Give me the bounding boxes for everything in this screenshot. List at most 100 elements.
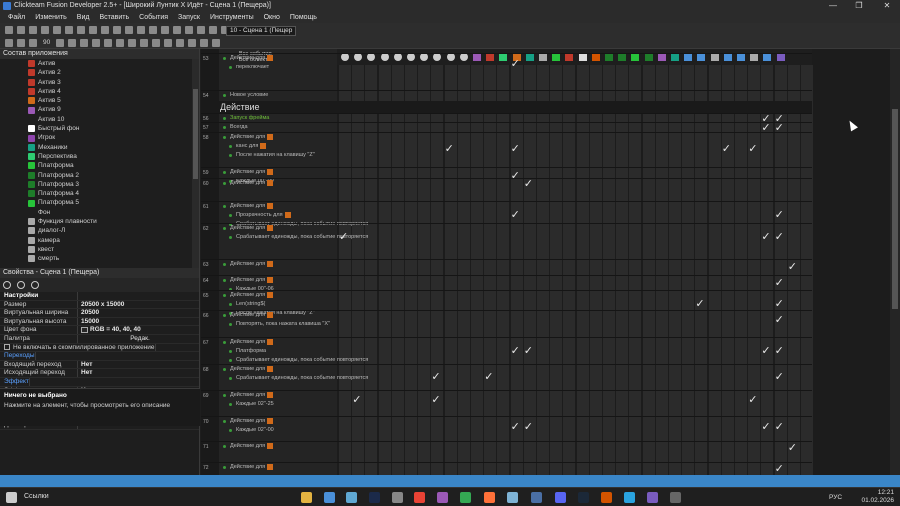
event-group[interactable]: Действие bbox=[201, 101, 812, 113]
tree-item[interactable]: Перспектива bbox=[28, 152, 199, 161]
app-icon[interactable] bbox=[507, 492, 518, 503]
action-check-icon[interactable]: ✓ bbox=[775, 299, 784, 310]
tree-item[interactable]: Актив 4 bbox=[28, 87, 199, 96]
action-check-icon[interactable]: ✓ bbox=[775, 315, 784, 326]
event-condition[interactable]: Действие для bbox=[223, 464, 275, 470]
tool-icon[interactable] bbox=[164, 38, 173, 47]
property-row[interactable]: Исходящий переход Нет bbox=[0, 369, 199, 378]
save-all-icon[interactable] bbox=[41, 25, 49, 34]
property-value[interactable]: Нет bbox=[81, 369, 92, 376]
action-check-icon[interactable]: ✓ bbox=[445, 144, 454, 155]
property-value[interactable]: RGB = 40, 40, 40 bbox=[90, 326, 141, 333]
property-checkbox[interactable] bbox=[4, 343, 10, 350]
frame-editor-icon[interactable] bbox=[173, 25, 181, 34]
event-row[interactable]: 60 Действие для ✓ bbox=[201, 178, 812, 190]
event-condition[interactable]: Действие для bbox=[223, 418, 275, 424]
event-editor-icon[interactable] bbox=[185, 25, 193, 34]
system-clock[interactable]: 12:21 01.02.2026 bbox=[861, 489, 894, 505]
app-icon[interactable] bbox=[392, 492, 403, 503]
action-check-icon[interactable]: ✓ bbox=[775, 346, 784, 357]
tree-scrollbar[interactable] bbox=[192, 59, 199, 268]
menu-help[interactable]: Помощь bbox=[285, 12, 322, 23]
zoom-value[interactable]: 90 bbox=[43, 39, 50, 46]
undo-icon[interactable] bbox=[89, 25, 97, 34]
tree-item[interactable]: смерть bbox=[28, 254, 199, 263]
property-row[interactable]: Цвет фона RGB = 40, 40, 40 bbox=[0, 326, 199, 335]
forward-icon[interactable] bbox=[137, 25, 145, 34]
event-row[interactable]: 54 Новое условие bbox=[201, 90, 812, 101]
event-condition[interactable]: Повторять, пока нажата клавиша "X" bbox=[229, 321, 330, 327]
help-icon[interactable] bbox=[113, 25, 121, 34]
event-row[interactable]: 64 Действие для Каждые 00"-06 ✓ bbox=[201, 275, 812, 292]
action-check-icon[interactable]: ✓ bbox=[775, 372, 784, 383]
steam-icon[interactable] bbox=[578, 492, 589, 503]
action-check-icon[interactable]: ✓ bbox=[788, 262, 797, 273]
tree-item[interactable]: Актив 2 bbox=[28, 68, 199, 77]
tool-icon[interactable] bbox=[200, 38, 209, 47]
clickteam-icon[interactable] bbox=[647, 492, 658, 503]
tool-icon[interactable] bbox=[104, 38, 113, 47]
event-condition[interactable]: Действие для bbox=[223, 55, 275, 61]
event-condition[interactable]: Прозрачность для bbox=[229, 212, 293, 218]
tree-item[interactable]: Актив 3 bbox=[28, 78, 199, 87]
tree-item[interactable]: Актив 10 bbox=[28, 115, 199, 124]
event-condition[interactable]: Действие для bbox=[223, 203, 275, 209]
event-row[interactable]: 57 Всегда ✓ ✓ bbox=[201, 122, 812, 134]
event-row[interactable]: 68 Действие для Срабатывает единожды, пока… bbox=[201, 364, 812, 390]
tool-icon[interactable] bbox=[56, 38, 65, 47]
tool-icon[interactable] bbox=[128, 38, 137, 47]
explorer-icon[interactable] bbox=[301, 492, 312, 503]
property-value[interactable]: Нет bbox=[81, 361, 92, 368]
property-row[interactable]: Размер 20500 x 15000 bbox=[0, 300, 199, 310]
property-row[interactable]: Не включать в скомпилированное приложени… bbox=[0, 343, 199, 353]
event-row[interactable]: 58 Действие для канс для После нажатия на к… bbox=[201, 132, 812, 166]
tree-item[interactable]: Механики bbox=[28, 143, 199, 152]
app-icon[interactable] bbox=[437, 492, 448, 503]
event-row[interactable]: 56 Запуск фрейма ✓ ✓ bbox=[201, 113, 812, 125]
action-check-icon[interactable]: ✓ bbox=[511, 210, 520, 221]
action-check-icon[interactable]: ✓ bbox=[484, 372, 493, 383]
tree-item[interactable]: Платформа 2 bbox=[28, 171, 199, 180]
event-condition[interactable]: Действие для bbox=[223, 277, 275, 283]
action-check-icon[interactable]: ✓ bbox=[775, 278, 784, 289]
event-condition[interactable]: Len(string$( bbox=[229, 301, 265, 307]
telegram-icon[interactable] bbox=[624, 492, 635, 503]
property-row[interactable]: Эффект bbox=[0, 377, 199, 387]
tool-icon[interactable] bbox=[17, 38, 25, 47]
chrome-icon[interactable] bbox=[460, 492, 471, 503]
close-button[interactable]: ✕ bbox=[874, 0, 900, 12]
event-condition[interactable]: Срабатывает единожды, пока событие повто… bbox=[229, 357, 368, 363]
event-condition[interactable]: канс для bbox=[229, 143, 268, 149]
menu-tools[interactable]: Инструменты bbox=[205, 12, 259, 23]
language-indicator[interactable]: РУС bbox=[829, 494, 842, 501]
action-check-icon[interactable]: ✓ bbox=[511, 59, 520, 70]
color-swatch[interactable] bbox=[81, 326, 88, 333]
tree-item[interactable]: Актив 5 bbox=[28, 96, 199, 105]
tool-icon[interactable] bbox=[188, 38, 197, 47]
event-condition[interactable]: Действие для bbox=[223, 225, 275, 231]
menu-events[interactable]: События bbox=[134, 12, 173, 23]
discord-icon[interactable] bbox=[555, 492, 566, 503]
cut-icon[interactable] bbox=[53, 25, 61, 34]
action-check-icon[interactable]: ✓ bbox=[511, 422, 520, 433]
action-check-icon[interactable]: ✓ bbox=[524, 346, 533, 357]
tree-item[interactable]: камера bbox=[28, 236, 199, 245]
tree-item[interactable]: Платформа bbox=[28, 161, 199, 170]
app-icon[interactable] bbox=[670, 492, 681, 503]
run-frame-icon[interactable] bbox=[161, 25, 169, 34]
action-check-icon[interactable]: ✓ bbox=[748, 395, 757, 406]
event-condition[interactable]: Новое условие bbox=[223, 92, 268, 98]
property-value[interactable]: 20500 x 15000 bbox=[81, 301, 124, 308]
storyboard-icon[interactable] bbox=[209, 25, 217, 34]
action-check-icon[interactable]: ✓ bbox=[775, 232, 784, 243]
event-row[interactable]: 67 Действие для Платформа Срабатывает едино… bbox=[201, 337, 812, 365]
menu-view[interactable]: Вид bbox=[72, 12, 95, 23]
windows-start-icon[interactable] bbox=[6, 492, 17, 503]
property-value[interactable]: Редак. bbox=[130, 335, 150, 342]
action-check-icon[interactable]: ✓ bbox=[722, 144, 731, 155]
photoshop-icon[interactable] bbox=[369, 492, 380, 503]
event-condition[interactable]: Действие для bbox=[223, 339, 275, 345]
tool-icon[interactable] bbox=[140, 38, 149, 47]
event-row[interactable]: 72 Действие для ✓ bbox=[201, 462, 812, 475]
property-row[interactable]: Палитра Редак. bbox=[0, 334, 199, 344]
